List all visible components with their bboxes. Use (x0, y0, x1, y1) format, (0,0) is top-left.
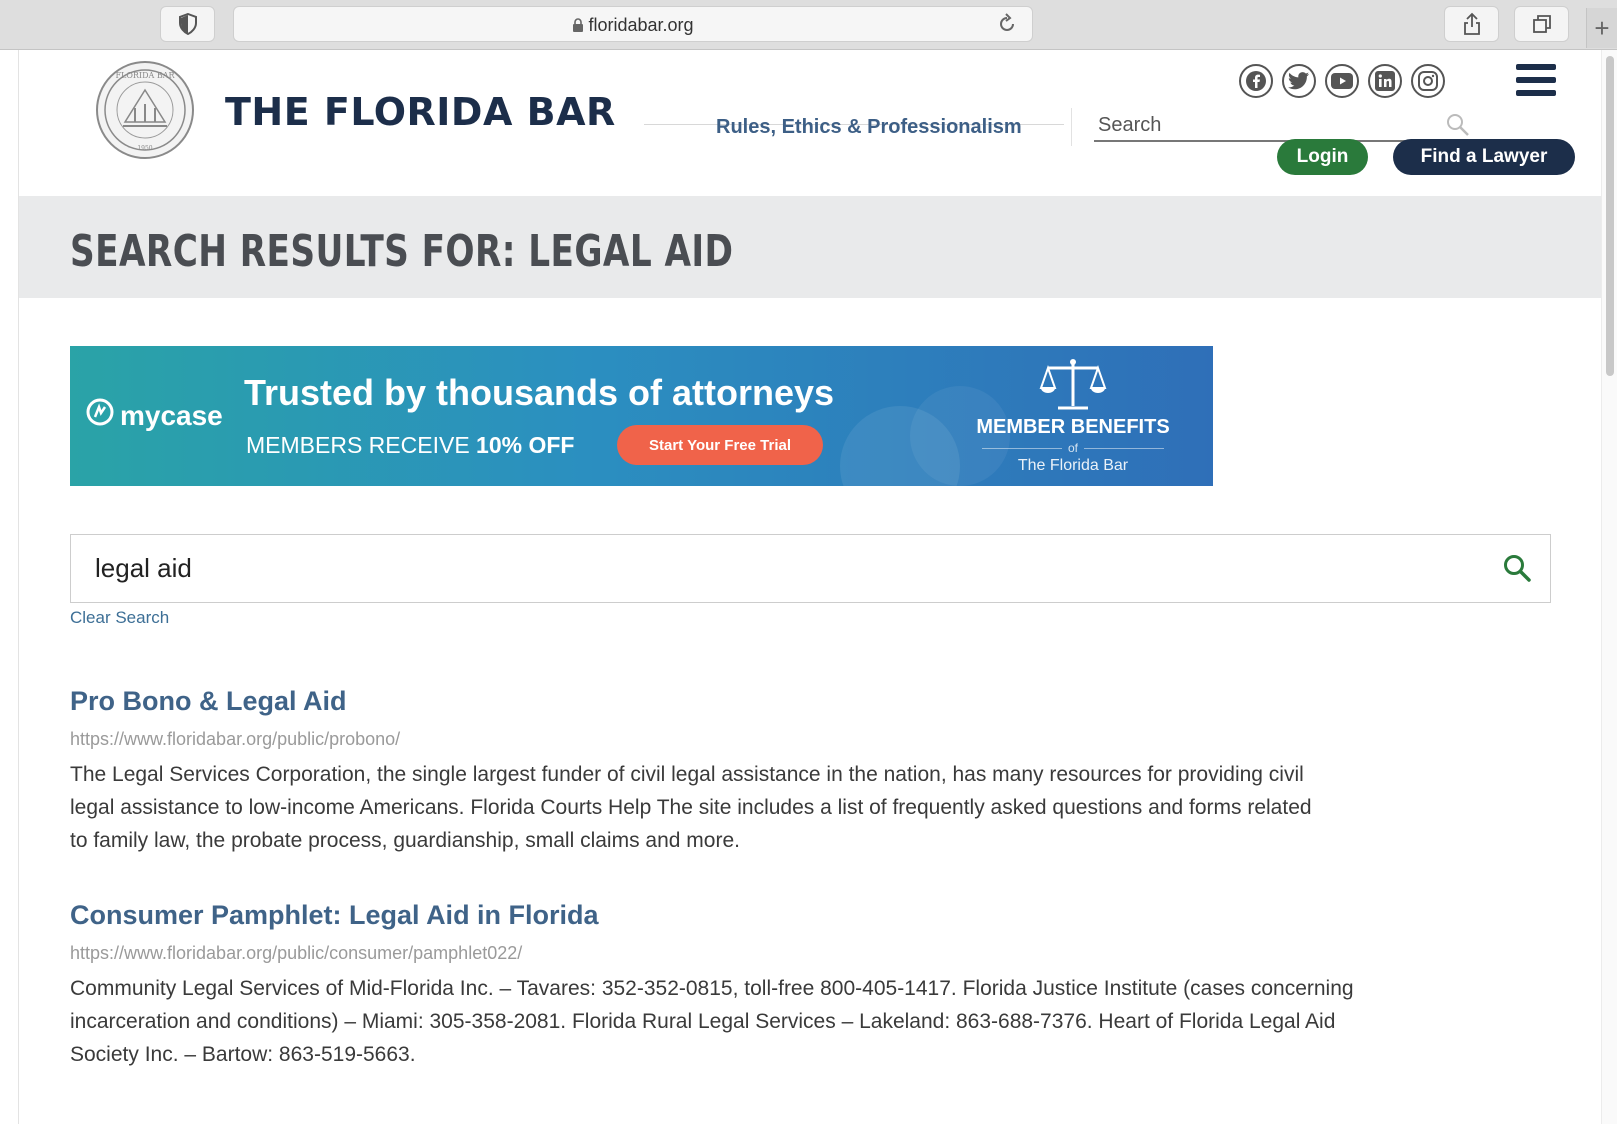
ad-discount: 10% OFF (476, 432, 575, 458)
twitter-icon[interactable] (1282, 64, 1316, 98)
member-benefits-of-text: of (1067, 441, 1078, 455)
lock-icon (572, 9, 584, 45)
result-description-line: The Legal Services Corporation, the sing… (70, 763, 1304, 786)
result-description-line: to family law, the probate process, guar… (70, 829, 740, 852)
hamburger-bar (1516, 64, 1556, 70)
results-search-box (70, 534, 1551, 603)
result-description-line: legal assistance to low-income Americans… (70, 796, 1312, 819)
clear-search-link[interactable]: Clear Search (70, 608, 169, 628)
result-title-link[interactable]: Pro Bono & Legal Aid (70, 686, 1530, 717)
mycase-logo-text: mycase (120, 399, 223, 431)
scrollbar-thumb[interactable] (1606, 56, 1614, 376)
site-title[interactable]: THE FLORIDA BAR (225, 90, 616, 134)
ad-headline: Trusted by thousands of attorneys (244, 372, 835, 413)
search-input[interactable] (95, 549, 1395, 587)
florida-bar-seal-logo[interactable]: FLORIDA BAR 1950 (95, 60, 195, 160)
result-description-line: Society Inc. – Bartow: 863-519-5663. (70, 1043, 416, 1066)
result-description: The Legal Services Corporation, the sing… (70, 758, 1530, 857)
start-free-trial-button[interactable]: Start Your Free Trial (617, 425, 823, 465)
search-result: Consumer Pamphlet: Legal Aid in Florida … (70, 900, 1530, 1071)
mycase-logo: mycase (86, 398, 223, 433)
scales-of-justice-icon (1038, 356, 1108, 417)
facebook-icon[interactable] (1239, 64, 1273, 98)
find-a-lawyer-button[interactable]: Find a Lawyer (1393, 139, 1575, 175)
reload-icon[interactable] (996, 13, 1018, 40)
mycase-logo-icon (86, 398, 114, 433)
youtube-icon[interactable] (1325, 64, 1359, 98)
browser-toolbar: floridabar.org + (0, 0, 1617, 50)
rules-ethics-link[interactable]: Rules, Ethics & Professionalism (716, 116, 1022, 139)
result-description-line: Community Legal Services of Mid-Florida … (70, 977, 1354, 1000)
menu-hamburger-icon[interactable] (1516, 64, 1556, 96)
web-page: FLORIDA BAR 1950 THE FLORIDA BAR Rules, … (18, 50, 1601, 1124)
search-result: Pro Bono & Legal Aid https://www.florida… (70, 686, 1530, 857)
page-scrollbar[interactable] (1601, 50, 1617, 1124)
site-search-field[interactable]: Search (1094, 110, 1479, 142)
site-search-placeholder: Search (1098, 114, 1162, 136)
plus-icon: + (1594, 12, 1610, 43)
result-description-line: incarceration and conditions) – Miami: 3… (70, 1010, 1336, 1033)
member-benefits-title: MEMBER BENEFITS (976, 416, 1170, 438)
result-description: Community Legal Services of Mid-Florida … (70, 972, 1530, 1071)
hamburger-bar (1516, 77, 1556, 83)
new-tab-button[interactable]: + (1586, 8, 1617, 48)
result-url: https://www.floridabar.org/public/probon… (70, 729, 401, 749)
page-title: SEARCH RESULTS FOR: LEGAL AID (70, 226, 734, 277)
linkedin-icon[interactable] (1368, 64, 1402, 98)
ad-subline-text: MEMBERS RECEIVE (246, 432, 477, 458)
svg-text:1950: 1950 (137, 145, 152, 152)
privacy-shield-icon[interactable] (160, 6, 215, 42)
address-url: floridabar.org (234, 7, 1032, 43)
member-benefits-sub: The Florida Bar (1017, 457, 1129, 474)
hamburger-bar (1516, 90, 1556, 96)
ad-subline: MEMBERS RECEIVE 10% OFF (246, 432, 574, 459)
page-title-band: SEARCH RESULTS FOR: LEGAL AID (19, 196, 1601, 298)
member-benefits-of: of (968, 441, 1178, 455)
address-bar[interactable]: floridabar.org (233, 6, 1033, 42)
instagram-icon[interactable] (1411, 64, 1445, 98)
login-button[interactable]: Login (1277, 139, 1368, 175)
mycase-ad-banner[interactable]: mycase Trusted by thousands of attorneys… (70, 346, 1213, 486)
svg-text:FLORIDA BAR: FLORIDA BAR (115, 71, 175, 80)
result-title-link[interactable]: Consumer Pamphlet: Legal Aid in Florida (70, 900, 1530, 931)
url-text: floridabar.org (588, 15, 694, 35)
nav-separator (1071, 108, 1072, 146)
member-benefits-badge: MEMBER BENEFITS of The Florida Bar (968, 356, 1178, 475)
share-icon[interactable] (1444, 6, 1499, 42)
tabs-overview-icon[interactable] (1514, 6, 1569, 42)
search-icon[interactable] (1502, 553, 1532, 588)
result-url: https://www.floridabar.org/public/consum… (70, 943, 523, 963)
